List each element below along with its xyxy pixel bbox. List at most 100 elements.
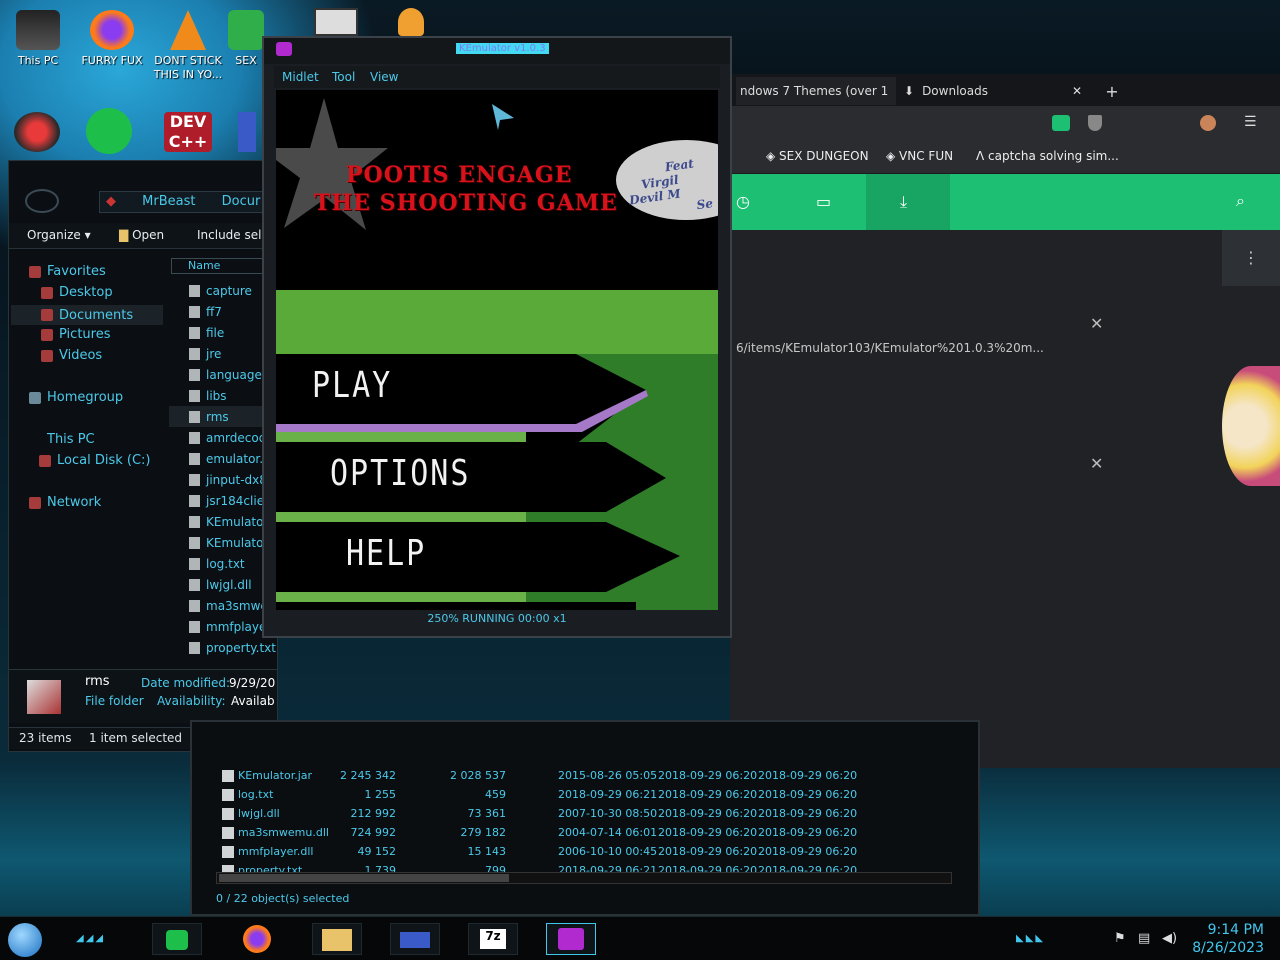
chat-app-icon[interactable] <box>86 108 132 154</box>
organize-button[interactable]: Organize ▾ <box>27 228 91 242</box>
nav-label: Homegroup <box>47 390 124 405</box>
menu-options[interactable]: OPTIONS <box>330 453 470 495</box>
address-bar[interactable]: ☰ <box>730 106 1280 140</box>
desktop-icon-sex[interactable]: SEX <box>228 10 264 67</box>
nav-documents[interactable]: Documents <box>11 305 163 325</box>
horizontal-scrollbar[interactable] <box>216 872 952 884</box>
file-row[interactable]: ff7 <box>169 301 277 322</box>
nav-homegroup[interactable]: Homegroup <box>29 390 123 405</box>
scrollbar-thumb[interactable] <box>219 874 509 882</box>
include-button[interactable]: Include sele <box>197 228 269 242</box>
menu-help[interactable]: HELP <box>346 533 426 575</box>
app-icon[interactable] <box>314 8 358 36</box>
file-row[interactable]: log.txt <box>169 553 277 574</box>
nav-pictures[interactable]: Pictures <box>41 327 110 342</box>
volume-icon[interactable]: ◀) <box>1162 931 1177 946</box>
close-icon[interactable]: ✕ <box>1090 454 1103 473</box>
file-row[interactable]: property.txt <box>169 637 277 658</box>
desktop-icon-furry-fux[interactable]: FURRY FUX <box>80 10 144 67</box>
breadcrumb[interactable]: ◆ MrBeast Docur <box>99 191 279 213</box>
file-row[interactable]: rms <box>169 406 277 427</box>
person-icon[interactable] <box>398 8 424 36</box>
network-icon[interactable]: ▤ <box>1138 931 1150 946</box>
breadcrumb-item[interactable]: MrBeast <box>142 194 195 209</box>
file-row[interactable]: amrdecod <box>169 427 277 448</box>
flag-icon[interactable]: ⚑ <box>1114 931 1126 946</box>
game-screen[interactable]: POOTIS ENGAGE THE SHOOTING GAME Feat Vir… <box>276 90 718 610</box>
dev-cpp-icon[interactable]: DEV C++ <box>164 112 212 152</box>
nav-this-pc[interactable]: This PC <box>29 432 95 447</box>
taskbar-kemulator[interactable] <box>546 923 596 955</box>
file-row[interactable]: file <box>169 322 277 343</box>
archive-row[interactable]: KEmulator.jar 2 245 342 2 028 537 2015-08-2… <box>216 766 956 785</box>
title-bar[interactable]: KEmulator v1.0.3 <box>264 38 730 64</box>
menu-icon[interactable]: ☰ <box>1244 114 1257 130</box>
nav-label: Local Disk (C:) <box>57 453 151 468</box>
nav-network[interactable]: Network <box>29 495 101 510</box>
clock[interactable]: 9:14 PM 8/26/2023 <box>1192 921 1264 957</box>
file-row[interactable]: jinput-dx8. <box>169 469 277 490</box>
search-icon[interactable]: ⌕ <box>1236 191 1245 211</box>
file-row[interactable]: emulator.c <box>169 448 277 469</box>
new-tab-button[interactable]: + <box>1098 77 1126 105</box>
more-options-icon[interactable]: ⋮ <box>1222 230 1280 286</box>
download-url[interactable]: 6/items/KEmulator103/KEmulator%201.0.3%2… <box>736 341 1044 355</box>
red-orb-icon[interactable] <box>14 112 60 152</box>
bookmarks-bar: ◈ SEX DUNGEON ◈ VNC FUN Λ captcha solvin… <box>730 140 1280 174</box>
bookmark-captcha[interactable]: Λ captcha solving sim... <box>976 149 1119 163</box>
menu-view[interactable]: View <box>370 70 398 84</box>
app-icon[interactable] <box>238 112 256 152</box>
file-name: mmfplaye <box>206 619 267 634</box>
bookmark-sex-dungeon[interactable]: ◈ SEX DUNGEON <box>766 149 869 163</box>
history-icon[interactable]: ◷ <box>736 192 750 211</box>
menu-play[interactable]: PLAY <box>312 365 392 407</box>
archive-row[interactable]: ma3smwemu.dll 724 992 279 182 2004-07-14 06… <box>216 823 956 842</box>
taskbar-7zip[interactable]: 7z <box>468 923 518 955</box>
shield-icon[interactable] <box>1088 115 1102 131</box>
details-pane: rms File folder Date modified: 9/29/20 A… <box>9 669 277 723</box>
archive-row[interactable]: log.txt 1 255 459 2018-09-29 06:21 2018-09-2… <box>216 785 956 804</box>
downloads-tab-active[interactable] <box>866 174 950 230</box>
archive-cell-packed: 459 <box>485 788 506 801</box>
file-row[interactable]: KEmulator <box>169 532 277 553</box>
file-row[interactable]: language <box>169 364 277 385</box>
file-row[interactable]: jsr184client <box>169 490 277 511</box>
file-row[interactable]: libs <box>169 385 277 406</box>
file-row[interactable]: capture <box>169 280 277 301</box>
taskbar-app[interactable] <box>390 923 440 955</box>
breadcrumb-item[interactable]: Docur <box>222 194 261 209</box>
taskbar-explorer[interactable] <box>312 923 362 955</box>
taskbar-firefox[interactable] <box>232 923 282 955</box>
nav-local-disk[interactable]: Local Disk (C:) <box>39 453 150 468</box>
file-icon <box>189 494 200 507</box>
archive-row[interactable]: mmfplayer.dll 49 152 15 143 2006-10-10 00:4… <box>216 842 956 861</box>
tab-downloads[interactable]: ⬇ Downloads ✕ <box>900 77 1090 105</box>
taskbar-chat-app[interactable] <box>152 923 202 955</box>
open-button[interactable]: ▇ Open <box>119 228 164 242</box>
bookmark-vnc-fun[interactable]: ◈ VNC FUN <box>886 149 953 163</box>
file-row[interactable]: mmfplaye <box>169 616 277 637</box>
file-row[interactable]: KEmulator <box>169 511 277 532</box>
file-row[interactable]: ma3smwe <box>169 595 277 616</box>
tab-windows-themes[interactable]: ndows 7 Themes (over 1 ✕ <box>736 77 896 105</box>
back-button[interactable] <box>25 189 59 213</box>
start-button[interactable] <box>8 923 42 957</box>
chevrons-icon: ◢◢◢ <box>76 933 106 944</box>
bookmark-icon[interactable]: ▭ <box>816 192 831 211</box>
extension-icon[interactable] <box>1052 115 1070 131</box>
nav-desktop[interactable]: Desktop <box>41 285 113 300</box>
desktop-icon-dont-stick[interactable]: DONT STICK THIS IN YO... <box>152 10 224 82</box>
close-icon[interactable]: ✕ <box>1072 84 1082 98</box>
nav-videos[interactable]: Videos <box>41 348 102 363</box>
avatar[interactable] <box>1200 115 1216 131</box>
archive-row[interactable]: lwjgl.dll 212 992 73 361 2007-10-30 08:50 20… <box>216 804 956 823</box>
file-row[interactable]: jre <box>169 343 277 364</box>
details-type: File folder <box>85 694 144 708</box>
desktop-icon-this-pc[interactable]: This PC <box>6 10 70 67</box>
menu-midlet[interactable]: Midlet <box>282 70 319 84</box>
nav-favorites[interactable]: Favorites <box>29 264 106 279</box>
download-icon[interactable]: ⤓ <box>900 192 907 212</box>
menu-tool[interactable]: Tool <box>332 70 355 84</box>
file-row[interactable]: lwjgl.dll <box>169 574 277 595</box>
close-icon[interactable]: ✕ <box>1090 314 1103 333</box>
